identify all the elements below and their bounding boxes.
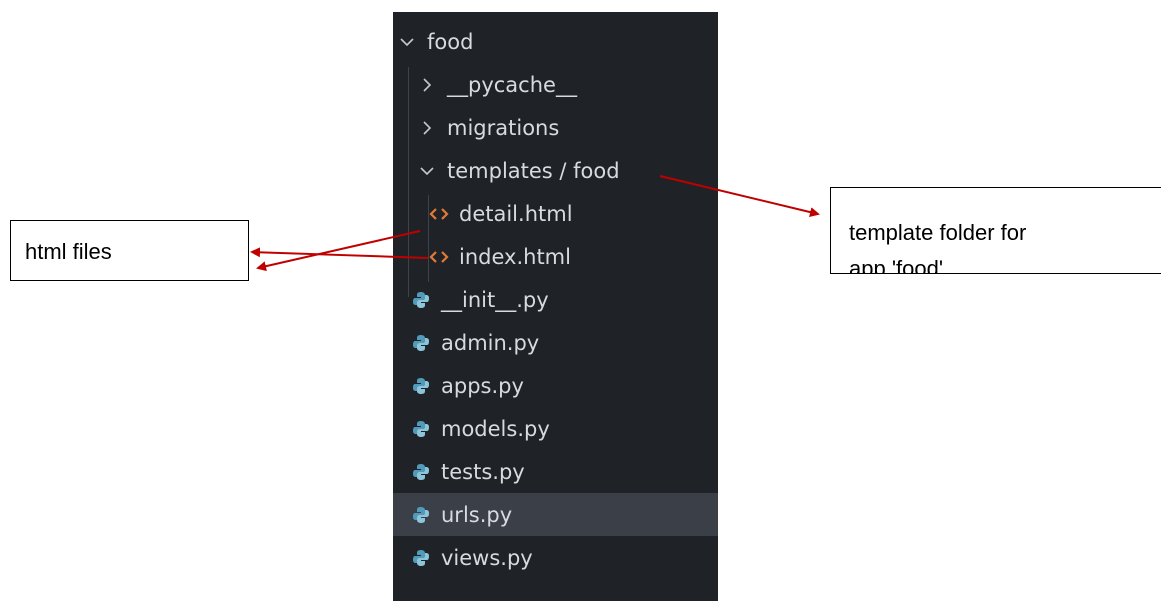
arrow-to-html-files-2 — [250, 247, 429, 259]
arrow-to-template-callout — [659, 175, 820, 217]
annotation-arrows — [250, 175, 820, 272]
arrow-to-html-files-1 — [256, 230, 421, 272]
